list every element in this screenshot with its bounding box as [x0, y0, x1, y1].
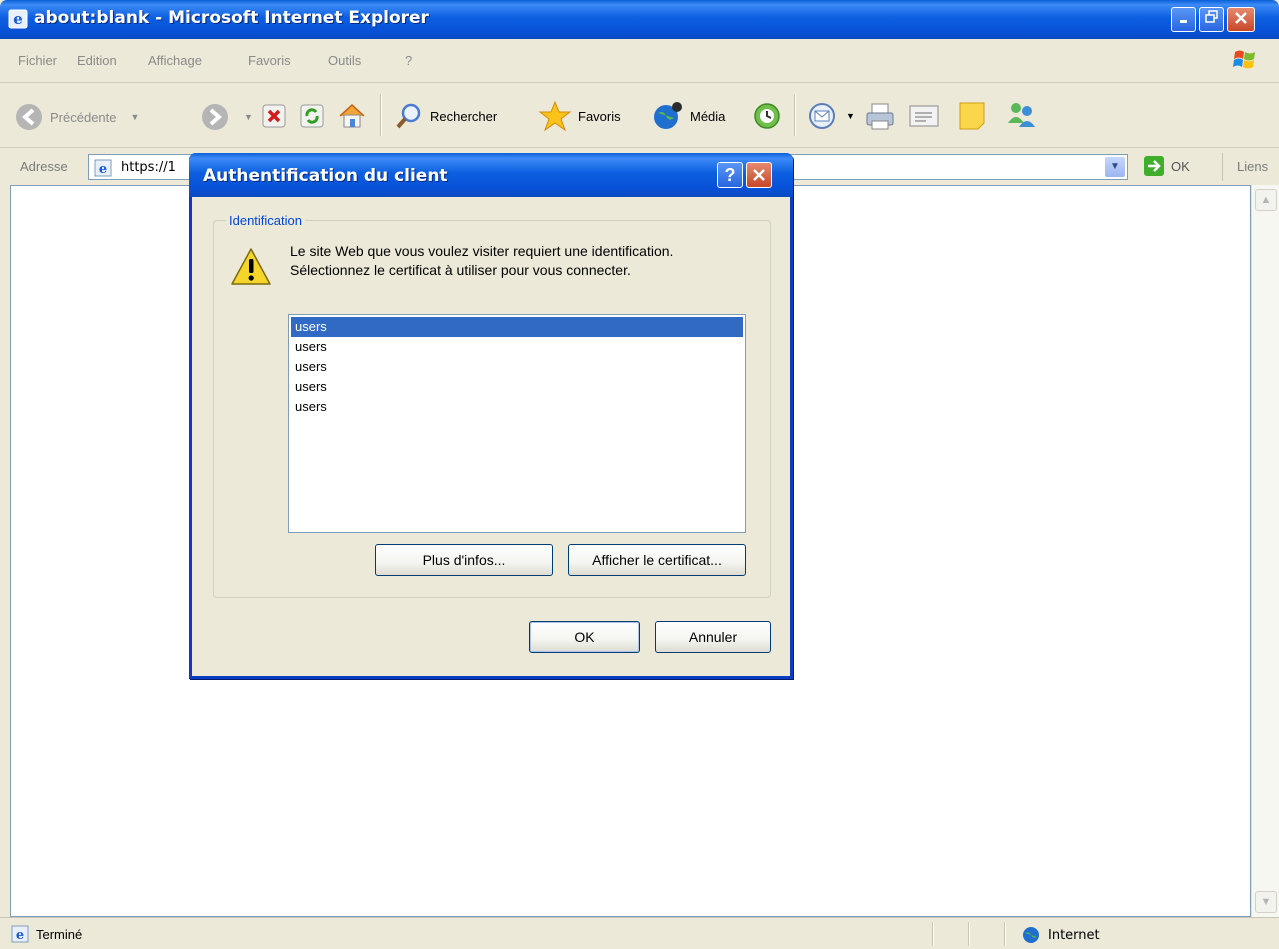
go-label: OK [1171, 158, 1190, 174]
mail-icon [809, 103, 835, 129]
toolbar: Précédente ▼ ▼ Rechercher Favoris Média … [0, 84, 1279, 148]
certificate-list[interactable]: users users users users users [288, 314, 746, 533]
help-icon: ? [724, 165, 736, 185]
star-icon [538, 100, 572, 132]
status-separator [968, 922, 969, 946]
stop-icon[interactable] [261, 103, 287, 129]
edit-icon[interactable] [908, 102, 940, 130]
ie-logo-icon: e [8, 9, 28, 29]
address-dropdown-button[interactable]: ▼ [1105, 157, 1125, 177]
toolbar-separator [380, 94, 381, 136]
address-label: Adresse [20, 159, 68, 174]
forward-dropdown-icon[interactable]: ▼ [244, 112, 253, 122]
minimize-icon [1179, 20, 1187, 23]
media-globe-icon [654, 102, 682, 129]
refresh-icon[interactable] [299, 103, 325, 129]
security-zone[interactable]: Internet [1022, 926, 1100, 944]
favorites-button[interactable]: Favoris [538, 99, 621, 133]
certificate-item[interactable]: users [291, 397, 743, 417]
close-icon [753, 169, 765, 181]
close-icon [1235, 12, 1247, 24]
message-line-1: Le site Web que vous voulez visiter requ… [290, 243, 674, 259]
window-titlebar[interactable]: e about:blank - Microsoft Internet Explo… [0, 0, 1279, 39]
search-button[interactable]: Rechercher [394, 101, 497, 131]
restore-button[interactable] [1199, 7, 1224, 32]
mail-dropdown-icon[interactable]: ▼ [846, 111, 855, 121]
search-label: Rechercher [430, 108, 498, 124]
chevron-down-icon: ▼ [1110, 161, 1120, 172]
window-title: about:blank - Microsoft Internet Explore… [34, 8, 429, 28]
forward-arrow-icon [202, 104, 228, 130]
menu-fichier[interactable]: Fichier [18, 53, 57, 68]
windows-logo-icon [1233, 50, 1255, 69]
page-icon: e [94, 159, 112, 177]
status-text: Terminé [36, 927, 83, 942]
media-button[interactable]: Média [652, 100, 725, 132]
media-label: Média [690, 108, 726, 124]
address-value: https://1 [121, 160, 176, 175]
globe-icon [1023, 927, 1039, 943]
back-button[interactable]: Précédente ▼ [14, 102, 139, 132]
messenger-icon[interactable] [1004, 99, 1038, 131]
certificate-item[interactable]: users [291, 337, 743, 357]
mail-button[interactable]: ▼ [808, 101, 855, 131]
svg-text:e: e [16, 928, 24, 943]
dialog-titlebar[interactable]: Authentification du client ? [189, 153, 793, 197]
forward-button[interactable]: ▼ [200, 102, 253, 132]
menu-help[interactable]: ? [405, 53, 412, 68]
cancel-button[interactable]: Annuler [655, 621, 771, 653]
back-arrow-icon [16, 104, 42, 130]
favorites-label: Favoris [578, 108, 621, 124]
status-separator [1004, 922, 1005, 946]
close-button[interactable] [1227, 7, 1255, 32]
scroll-down-button[interactable]: ▼ [1255, 891, 1277, 913]
scroll-up-button[interactable]: ▲ [1255, 189, 1277, 211]
chevron-up-icon: ▲ [1260, 194, 1272, 206]
menu-edition[interactable]: Edition [77, 53, 117, 68]
note-icon[interactable] [958, 101, 986, 131]
menu-affichage[interactable]: Affichage [148, 53, 202, 68]
home-icon[interactable] [336, 100, 368, 132]
back-dropdown-icon[interactable]: ▼ [131, 112, 140, 122]
auth-message: Le site Web que vous voulez visiter requ… [290, 242, 673, 280]
back-label: Précédente [50, 109, 117, 125]
certificate-item[interactable]: users [291, 357, 743, 377]
toolbar-separator [794, 94, 795, 136]
dialog-close-button[interactable] [746, 162, 772, 188]
menu-outils[interactable]: Outils [328, 53, 361, 68]
warning-icon [231, 248, 271, 285]
minimize-button[interactable] [1171, 7, 1196, 32]
status-separator [932, 922, 933, 946]
svg-text:e: e [13, 10, 23, 28]
chevron-down-icon: ▼ [1260, 896, 1272, 908]
page-done-icon: e [11, 925, 29, 943]
restore-icon [1204, 10, 1218, 23]
history-icon[interactable] [752, 101, 782, 131]
message-line-2: Sélectionnez le certificat à utiliser po… [290, 262, 631, 278]
menubar: Fichier Edition Affichage Favoris Outils… [0, 39, 1279, 83]
go-button[interactable]: OK [1143, 155, 1190, 177]
zone-label: Internet [1048, 927, 1100, 943]
search-icon [396, 103, 421, 129]
view-certificate-button[interactable]: Afficher le certificat... [568, 544, 746, 576]
status-bar: e Terminé Internet [0, 917, 1279, 949]
svg-text:e: e [99, 162, 107, 177]
ok-button[interactable]: OK [529, 621, 640, 653]
help-button[interactable]: ? [717, 162, 743, 188]
links-button[interactable]: Liens [1222, 153, 1268, 181]
client-auth-dialog: Authentification du client ? Identificat… [189, 153, 793, 679]
vertical-scrollbar[interactable]: ▲ ▼ [1251, 185, 1279, 917]
certificate-item[interactable]: users [291, 377, 743, 397]
menu-favoris[interactable]: Favoris [248, 53, 291, 68]
dialog-title: Authentification du client [203, 166, 448, 186]
certificate-item[interactable]: users [291, 317, 743, 337]
go-arrow-icon [1144, 156, 1164, 176]
more-info-button[interactable]: Plus d'infos... [375, 544, 553, 576]
identification-label: Identification [226, 213, 305, 228]
print-icon[interactable] [864, 101, 896, 131]
